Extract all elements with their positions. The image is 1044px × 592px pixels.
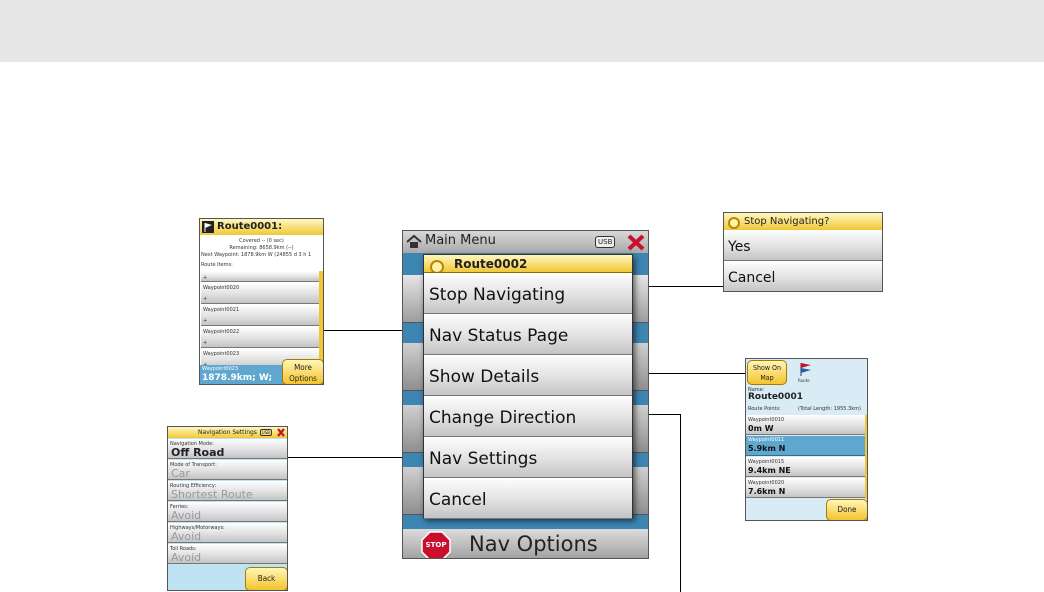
list-item[interactable]: Waypoint0021 + [201,305,319,326]
setting-toll-roads[interactable]: Toll Roads: Avoid [168,544,287,564]
main-menu-header: Main Menu USB [403,231,648,253]
back-button[interactable]: Back [245,567,287,590]
dialog-title-bar: Route0002 [424,255,632,273]
close-icon[interactable] [625,232,647,252]
navigation-settings-screen: Navigation Settings USB Navigation Mode:… [167,426,288,591]
route-name: Route0001 [748,392,803,402]
change-direction-button[interactable]: Change Direction [424,397,632,437]
main-menu-title: Main Menu [425,233,496,248]
route-icon-label: Route [798,378,810,383]
next-waypoint-text: Next Waypoint: 1878.9km W (24855 d 3 h 1 [201,252,312,258]
route-icon [430,257,444,272]
route-flag-icon [798,361,814,377]
main-menu-screen: Main Menu USB STOP Nav Options Route0002… [402,230,649,559]
done-button[interactable]: Done [826,499,867,520]
close-icon[interactable] [276,427,286,438]
show-details-button[interactable]: Show Details [424,356,632,396]
connector-line [288,457,402,458]
scrollbar[interactable] [319,271,323,369]
settings-title: Navigation Settings [198,429,257,436]
nav-status-page-button[interactable]: Nav Status Page [424,315,632,355]
list-item[interactable]: + [201,271,319,282]
nav-options-item[interactable]: STOP Nav Options [403,529,648,558]
route-status-screen: Route0001: Covered -- (0 sec) Remaining:… [199,218,324,385]
list-item[interactable]: Waypoint0020 7.6km N [746,478,865,498]
stop-sign-icon: STOP [421,531,451,558]
connector-line [649,373,745,374]
yes-button[interactable]: Yes [724,231,882,261]
nav-settings-button[interactable]: Nav Settings [424,438,632,478]
flag-icon [202,221,214,233]
connector-line [680,414,681,592]
route-details-screen: Show On Map Route Name: Route0001 Route … [745,358,868,521]
connector-line [324,330,402,331]
dialog-title: Route0002 [454,257,528,271]
setting-routing-efficiency[interactable]: Routing Efficiency: Shortest Route [168,481,287,501]
list-item[interactable]: Waypoint0010 0m W [746,415,865,435]
top-banner [0,0,1044,62]
confirm-title-bar: Stop Navigating? [724,213,882,230]
list-item[interactable]: Waypoint0022 + [201,327,319,348]
route-status-title-bar: Route0001: [200,219,323,235]
covered-text: Covered -- (0 sec) [239,238,284,244]
route-points-label: Route Points: [748,406,781,412]
route-options-dialog: Route0002 Stop Navigating Nav Status Pag… [423,254,633,519]
list-item[interactable]: Waypoint0020 + [201,283,319,304]
remaining-text: Remaining: 8658.9km (--) [229,245,294,251]
scrollbar[interactable] [865,415,867,499]
setting-highways[interactable]: Highways/Motorways: Avoid [168,523,287,543]
stop-navigating-button[interactable]: Stop Navigating [424,274,632,314]
list-item[interactable]: Waypoint0015 9.4km NE [746,457,865,477]
settings-title-bar: Navigation Settings USB [168,427,287,438]
usb-icon: USB [259,429,272,436]
selected-route-value: 1878.9km; W; [202,373,273,383]
route-icon [728,215,740,230]
connector-line [649,286,723,287]
setting-mode-of-transport[interactable]: Mode of Transport: Car [168,460,287,480]
cancel-button[interactable]: Cancel [424,479,632,519]
setting-navigation-mode[interactable]: Navigation Mode: Off Road [168,439,287,459]
home-icon[interactable] [406,234,422,249]
route-items-label: Route Items: [201,262,233,268]
confirm-title: Stop Navigating? [744,216,830,227]
connector-line [649,414,681,415]
nav-options-label: Nav Options [469,532,598,556]
usb-icon: USB [595,236,616,248]
more-options-button[interactable]: More Options [282,359,323,384]
show-on-map-button[interactable]: Show On Map [747,360,787,385]
route-points-list[interactable]: Waypoint0010 0m W Waypoint0011 5.9km N W… [746,415,865,499]
route-items-list[interactable]: + Waypoint0020 + Waypoint0021 + Waypoint… [201,271,319,370]
stop-navigating-confirm-screen: Stop Navigating? Yes Cancel [723,212,883,292]
route-status-title: Route0001: [217,221,283,232]
setting-ferries[interactable]: Ferries: Avoid [168,502,287,522]
total-length: (Total Length: 1955.3km) [798,406,861,412]
list-item-selected[interactable]: Waypoint0011 5.9km N [746,436,865,456]
confirm-cancel-button[interactable]: Cancel [724,262,882,291]
